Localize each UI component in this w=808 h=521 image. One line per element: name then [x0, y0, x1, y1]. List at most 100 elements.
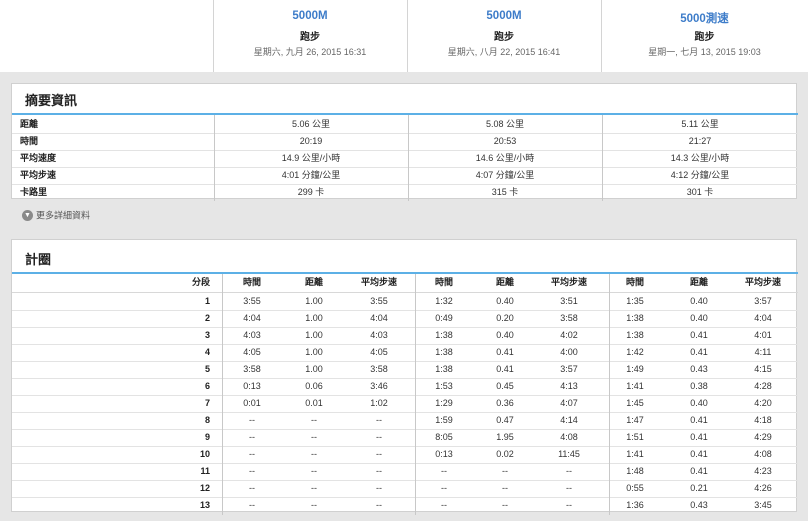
lap-value: -- [311, 466, 317, 476]
summary-title-underline [12, 113, 798, 115]
lap-value: 4:03 [243, 330, 261, 340]
column-divider [408, 115, 409, 201]
lap-value: 3:46 [370, 381, 388, 391]
lap-table-header: 距離 [304, 277, 323, 287]
summary-row-label: 時間 [20, 136, 39, 146]
activity-column-2: 5000M 跑步 星期六, 八月 22, 2015 16:41 [407, 0, 601, 72]
summary-value: 4:12 分鐘/公里 [670, 170, 730, 180]
activity-title-link[interactable]: 5000M [407, 10, 601, 22]
lap-value: 0:55 [626, 483, 644, 493]
activity-column-3: 5000測速 跑步 星期一, 七月 13, 2015 19:03 [601, 0, 808, 72]
lap-value: -- [311, 483, 317, 493]
lap-value: 4:05 [370, 347, 388, 357]
activity-header: 5000M 跑步 星期六, 九月 26, 2015 16:31 5000M 跑步… [0, 0, 808, 72]
lap-value: 0.45 [496, 381, 514, 391]
lap-table-header: 平均步速 [744, 277, 781, 287]
lap-number: 7 [204, 398, 210, 408]
lap-number: 1 [204, 296, 210, 306]
activity-column-1: 5000M 跑步 星期六, 九月 26, 2015 16:31 [213, 0, 407, 72]
lap-value: 8:05 [435, 432, 453, 442]
lap-value: 1:47 [626, 415, 644, 425]
lap-value: 1:38 [626, 313, 644, 323]
lap-value: 0:13 [243, 381, 261, 391]
lap-table-header: 時間 [242, 277, 261, 287]
lap-value: -- [441, 500, 447, 510]
lap-value: 4:07 [560, 398, 578, 408]
summary-row-label: 平均速度 [20, 153, 57, 163]
summary-value: 14.3 公里/小時 [670, 153, 730, 163]
lap-number: 8 [204, 415, 210, 425]
column-divider [214, 115, 215, 201]
lap-value: 0.06 [305, 381, 323, 391]
lap-value: 0:13 [435, 449, 453, 459]
lap-number: 12 [199, 483, 210, 493]
activity-title-link[interactable]: 5000測速 [601, 10, 808, 26]
lap-number: 11 [200, 466, 210, 476]
lap-value: -- [376, 449, 382, 459]
lap-value: 1:53 [435, 381, 453, 391]
lap-value: 3:51 [560, 296, 578, 306]
summary-title: 摘要資訊 [25, 93, 78, 108]
lap-value: 4:18 [754, 415, 772, 425]
lap-table-header: 時間 [434, 277, 453, 287]
summary-panel: 摘要資訊 距離 5.06 公里 5.08 公里 5.11 公里 時間 20:19 20:53… [11, 83, 798, 201]
lap-value: 1:41 [626, 449, 644, 459]
summary-value: 315 卡 [491, 187, 519, 197]
lap-value: -- [249, 449, 255, 459]
lap-value: 4:04 [243, 313, 261, 323]
lap-value: -- [311, 449, 317, 459]
lap-value: -- [376, 415, 382, 425]
lap-value: 1:51 [626, 432, 644, 442]
summary-value: 4:01 分鐘/公里 [281, 170, 341, 180]
lap-value: 1.95 [496, 432, 514, 442]
lap-value: 1.00 [305, 347, 323, 357]
lap-value: -- [566, 483, 572, 493]
lap-value: 1:32 [435, 296, 453, 306]
lap-value: -- [502, 483, 508, 493]
column-divider [609, 274, 610, 515]
lap-value: 3:58 [560, 313, 578, 323]
more-details-toggle[interactable]: ▼ 更多詳細資料 [22, 209, 90, 222]
summary-value: 5.08 公里 [485, 119, 525, 129]
lap-number: 5 [204, 364, 210, 374]
summary-row-label: 距離 [20, 119, 39, 129]
lap-value: 4:05 [243, 347, 261, 357]
lap-value: -- [249, 415, 255, 425]
summary-value: 299 卡 [297, 187, 325, 197]
lap-number: 6 [204, 381, 210, 391]
activity-title-link[interactable]: 5000M [213, 10, 407, 22]
lap-value: 0.36 [496, 398, 514, 408]
lap-value: -- [311, 500, 317, 510]
lap-table-header: 距離 [689, 277, 708, 287]
lap-value: -- [502, 500, 508, 510]
lap-value: -- [441, 483, 447, 493]
laps-title: 計圈 [25, 252, 52, 267]
lap-value: 4:08 [560, 432, 578, 442]
lap-value: 3:57 [754, 296, 772, 306]
lap-value: 0.02 [496, 449, 514, 459]
lap-value: 4:08 [754, 449, 772, 459]
lap-value: 1:48 [626, 466, 644, 476]
lap-value: 0.41 [690, 466, 708, 476]
lap-value: 1.00 [305, 364, 323, 374]
lap-value: 4:13 [560, 381, 578, 391]
lap-number: 9 [204, 432, 210, 442]
lap-value: 4:23 [754, 466, 772, 476]
lap-value: 11:45 [558, 449, 580, 459]
lap-table-header: 平均步速 [360, 277, 397, 287]
lap-value: 0.41 [690, 347, 708, 357]
lap-value: 0.40 [690, 398, 708, 408]
lap-value: 4:04 [754, 313, 772, 323]
lap-value: -- [249, 466, 255, 476]
lap-value: 1:49 [626, 364, 644, 374]
lap-table-header: 時間 [625, 277, 644, 287]
lap-value: 1:38 [626, 330, 644, 340]
lap-value: 4:00 [560, 347, 578, 357]
lap-value: 1:41 [626, 381, 644, 391]
lap-value: 4:03 [370, 330, 388, 340]
lap-value: -- [376, 466, 382, 476]
lap-value: -- [311, 432, 317, 442]
summary-row-label: 卡路里 [20, 187, 48, 197]
lap-value: 0:49 [435, 313, 453, 323]
lap-value: 0:01 [243, 398, 261, 408]
